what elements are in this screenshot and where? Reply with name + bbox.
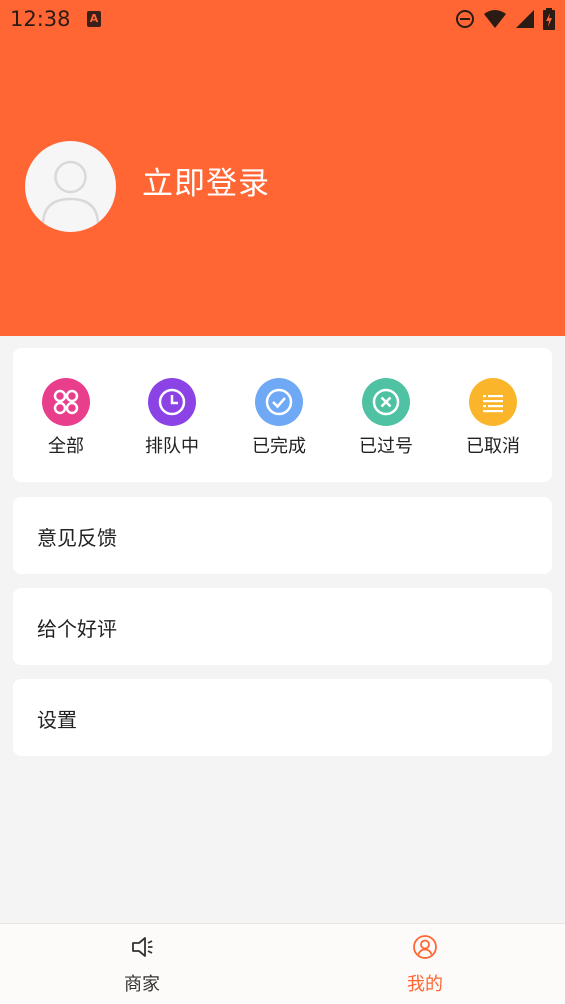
feedback-label: 意见反馈	[37, 526, 117, 550]
nav-merchants-label: 商家	[124, 974, 160, 995]
battery-charging-icon	[543, 8, 555, 30]
order-queuing[interactable]: 排队中	[132, 378, 212, 458]
do-not-disturb-icon	[456, 10, 474, 28]
status-icons	[455, 8, 555, 30]
user-circle-icon	[413, 935, 437, 959]
rate-label: 给个好评	[37, 617, 117, 641]
settings-row[interactable]: 设置	[13, 679, 552, 756]
order-cancelled[interactable]: 已取消	[453, 378, 533, 458]
order-completed[interactable]: 已完成	[239, 378, 319, 458]
wifi-icon	[484, 10, 506, 28]
order-completed-label: 已完成	[252, 436, 306, 457]
megaphone-icon	[132, 937, 153, 957]
signal-icon	[516, 10, 534, 28]
order-all[interactable]: 全部	[26, 378, 106, 458]
cross-circle-icon	[362, 378, 410, 426]
settings-label: 设置	[37, 708, 77, 732]
nav-mine[interactable]: 我的	[355, 924, 495, 1004]
nav-mine-label: 我的	[407, 974, 443, 995]
clock-icon	[148, 378, 196, 426]
order-cancelled-label: 已取消	[466, 436, 520, 457]
nav-merchants[interactable]: 商家	[72, 924, 212, 1004]
bottom-navigation: 商家 我的	[0, 923, 565, 1004]
profile-header: 12:38 A 立即登录	[0, 0, 565, 336]
profile-page: 12:38 A 立即登录 全部 排队中 已完成 已过号 已取消 意见反馈 给个好…	[0, 0, 565, 1004]
rate-row[interactable]: 给个好评	[13, 588, 552, 665]
grid-icon	[42, 378, 90, 426]
order-missed[interactable]: 已过号	[346, 378, 426, 458]
order-status-card: 全部 排队中 已完成 已过号 已取消	[13, 348, 552, 482]
status-bar: 12:38 A	[0, 0, 565, 38]
order-all-label: 全部	[48, 436, 84, 457]
status-time: 12:38	[10, 7, 71, 31]
check-circle-icon	[255, 378, 303, 426]
list-icon	[469, 378, 517, 426]
order-missed-label: 已过号	[359, 436, 413, 457]
default-user-icon	[41, 160, 100, 226]
avatar[interactable]	[25, 141, 116, 232]
order-queuing-label: 排队中	[145, 436, 199, 457]
feedback-row[interactable]: 意见反馈	[13, 497, 552, 574]
notification-badge-icon: A	[87, 11, 101, 27]
login-link[interactable]: 立即登录	[142, 158, 270, 203]
